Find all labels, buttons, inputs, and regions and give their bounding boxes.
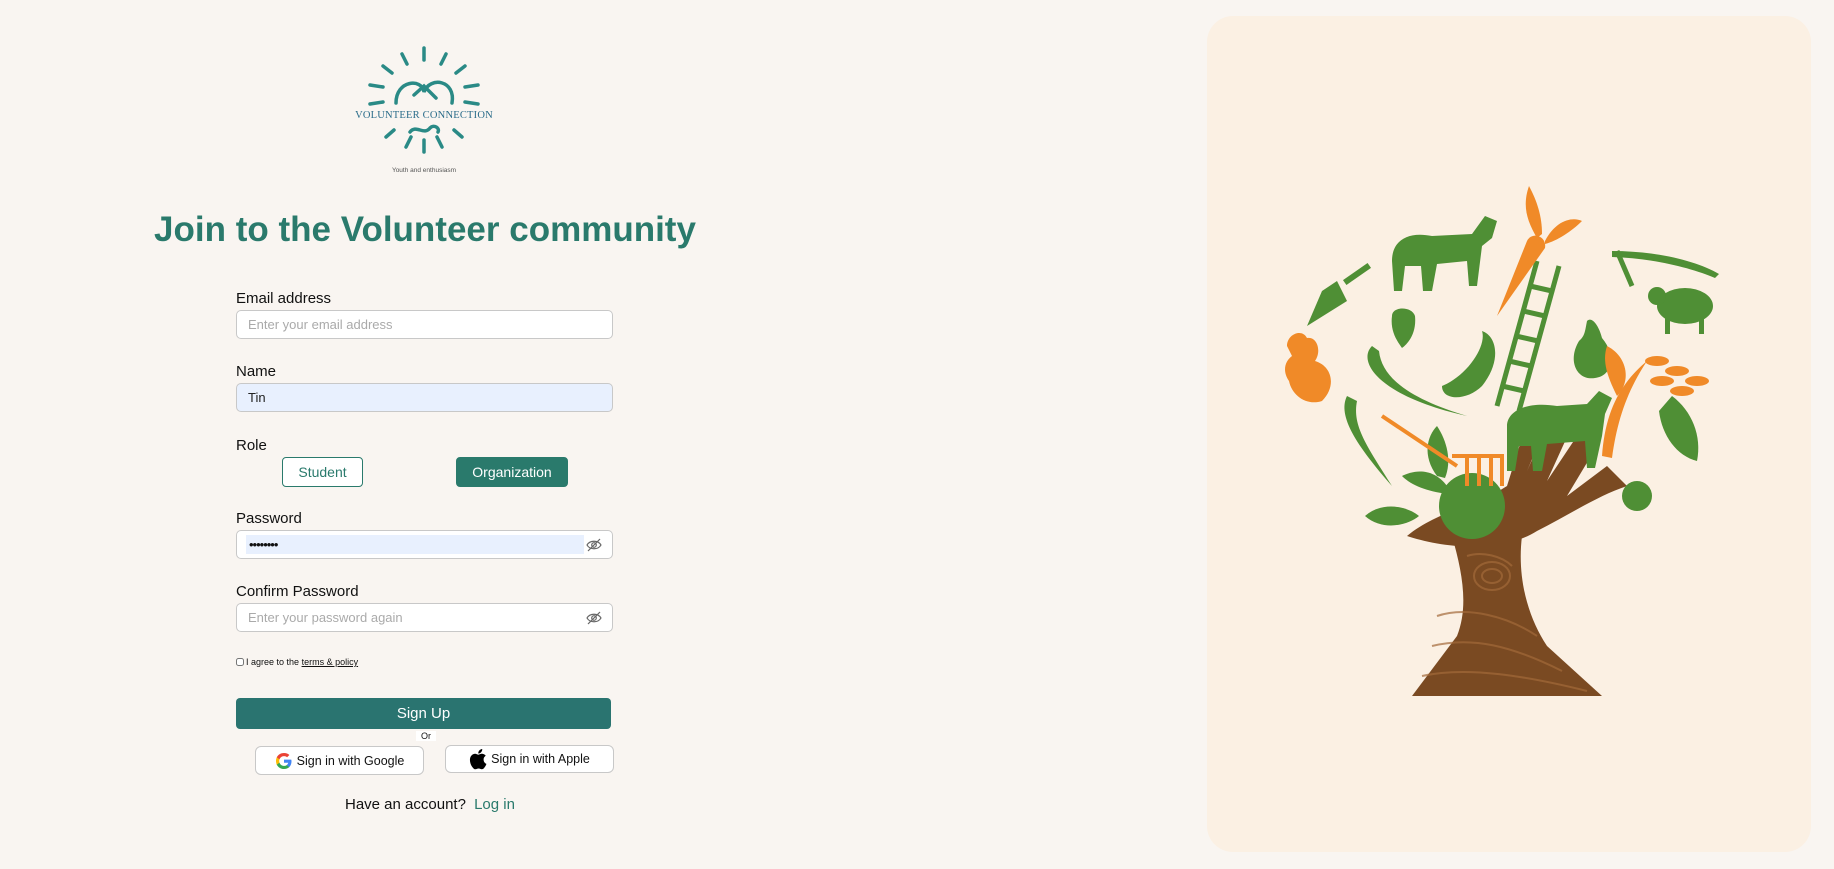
role-organization-button[interactable]: Organization [456,457,568,487]
password-field[interactable]: •••••••• [236,530,613,559]
brand-logo: VOLUNTEER CONNECTION Youth and enthusias… [352,40,496,180]
name-field-wrapper [236,383,613,412]
page-title: Join to the Volunteer community [154,210,696,249]
apple-button-label: Sign in with Apple [491,752,590,766]
google-sign-in-button[interactable]: Sign in with Google [255,746,424,775]
password-masked-value: •••••••• [246,535,584,554]
confirm-password-label: Confirm Password [236,583,359,600]
eye-slash-icon[interactable] [586,611,602,625]
or-divider: Or [416,731,436,741]
terms-checkbox[interactable] [236,658,244,666]
apple-sign-in-button[interactable]: Sign in with Apple [445,745,614,773]
agriculture-tree-hand-illustration [1285,186,1719,696]
apple-icon [470,749,487,770]
logo-name-text: VOLUNTEER CONNECTION [355,110,493,121]
sign-up-button[interactable]: Sign Up [236,698,611,729]
confirm-password-field-wrapper [236,603,613,632]
confirm-password-field[interactable] [237,604,589,631]
name-label: Name [236,363,277,380]
terms-policy-link[interactable]: terms & policy [302,657,359,667]
email-field-wrapper [236,310,613,339]
email-field[interactable] [237,311,589,338]
have-account-row: Have an account? Log in [345,796,515,813]
google-button-label: Sign in with Google [296,753,405,768]
email-label: Email address [236,290,332,307]
role-student-button[interactable]: Student [282,457,363,487]
terms-prefix-text: I agree to the [246,657,300,667]
log-in-link[interactable]: Log in [474,796,515,813]
terms-agreement: I agree to the terms & policy [236,657,358,667]
logo-tagline: Youth and enthusiasm [391,167,457,174]
illustration-panel [1207,16,1811,852]
eye-slash-icon[interactable] [586,538,602,552]
have-account-text: Have an account? [345,796,466,813]
name-field[interactable] [237,384,589,411]
role-label: Role [236,437,267,454]
password-label: Password [236,510,302,527]
google-icon [275,752,292,769]
